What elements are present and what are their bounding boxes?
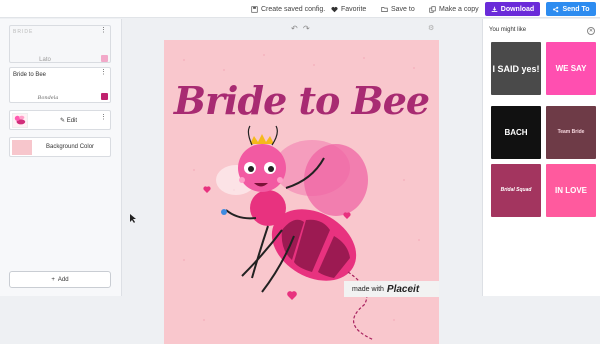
watermark-brand: Placeit (386, 283, 420, 295)
suggestion-tile[interactable]: I SAID yes! (491, 42, 541, 95)
copy-icon (429, 5, 436, 13)
undo-icon[interactable]: ↶ (291, 24, 298, 33)
save-config-icon (251, 5, 258, 13)
download-label: Download (500, 5, 535, 13)
design-title-text[interactable]: Bride to Bee (164, 78, 439, 123)
add-label: Add (57, 276, 69, 283)
text-layer-1-color-swatch[interactable] (101, 55, 108, 62)
background-color-swatch[interactable] (12, 140, 32, 155)
text-layer-2-font[interactable]: Bondela (10, 95, 86, 101)
text-layer-2-color-swatch[interactable] (101, 93, 108, 100)
layers-panel: BRIDE ⋮ Lato Bride to Bee ⋮ Bondela ✎ Ed… (0, 19, 122, 296)
download-icon (491, 6, 498, 12)
suggestion-tile[interactable]: Bridal Squad (491, 164, 541, 217)
suggestion-tile[interactable]: IN LOVE (546, 164, 596, 217)
suggestion-text: Team Bride (557, 129, 585, 135)
bee-thumbnail (12, 113, 28, 128)
save-to-button[interactable]: Save to (381, 3, 415, 15)
redo-icon[interactable]: ↷ (303, 24, 310, 33)
suggestion-text: Bridal Squad (500, 187, 532, 193)
settings-icon[interactable]: ⚙ (428, 24, 434, 32)
suggestion-text: IN LOVE (554, 185, 587, 195)
mouse-cursor-icon (130, 214, 136, 223)
suggestion-tile[interactable]: WE SAY (546, 42, 596, 95)
favorite-button[interactable]: Favorite (331, 3, 366, 15)
make-copy-button[interactable]: Make a copy (429, 3, 479, 15)
placeit-watermark: made with Placeit (344, 281, 439, 297)
pencil-icon: ✎ (60, 118, 66, 124)
edit-label: Edit (66, 118, 78, 124)
suggestion-text: I SAID yes! (492, 63, 540, 74)
send-to-label: Send To (562, 5, 590, 13)
top-toolbar: Create saved config. Favorite Save to Ma… (0, 0, 600, 18)
watermark-prefix: made with (352, 285, 384, 293)
text-layer-1-placeholder: BRIDE (13, 29, 34, 35)
close-icon[interactable]: ✕ (587, 27, 595, 35)
favorite-label: Favorite (341, 5, 367, 13)
suggestion-tile[interactable]: Team Bride (546, 106, 596, 159)
create-saved-config-label: Create saved config. (261, 5, 326, 13)
suggestion-text: BACH (504, 127, 528, 137)
create-saved-config-button[interactable]: Create saved config. (251, 3, 325, 15)
suggestion-tile[interactable]: BACH (491, 106, 541, 159)
design-canvas[interactable]: Bride to Bee made with Placeit (164, 40, 439, 344)
background-layer[interactable]: Background Color (9, 137, 111, 157)
suggestion-text: WE SAY (555, 63, 587, 73)
download-button[interactable]: Download (485, 2, 540, 16)
make-copy-label: Make a copy (439, 5, 479, 13)
save-to-label: Save to (391, 5, 415, 13)
add-layer-button[interactable]: + Add (9, 271, 111, 288)
heart-icon (331, 6, 338, 12)
suggestions-heading: You might like (489, 27, 527, 33)
send-to-button[interactable]: Send To (546, 2, 596, 16)
background-color-label: Background Color (46, 144, 95, 150)
suggestions-panel: You might like ✕ I SAID yes! WE SAY BACH… (482, 19, 600, 296)
graphic-layer[interactable]: ✎ Edit ⋮ (9, 110, 111, 130)
text-layer-2-value[interactable]: Bride to Bee (13, 72, 46, 78)
text-layer-2[interactable]: Bride to Bee ⋮ Bondela (9, 67, 111, 103)
text-layer-1-font[interactable]: Lato (10, 57, 80, 63)
text-layer-1[interactable]: BRIDE ⋮ Lato (9, 25, 111, 63)
plus-icon: + (51, 276, 55, 283)
more-options-icon[interactable]: ⋮ (100, 69, 107, 76)
more-options-icon[interactable]: ⋮ (100, 27, 107, 34)
share-icon (553, 6, 559, 12)
edit-graphic-button[interactable]: ✎ Edit (60, 117, 77, 124)
folder-icon (381, 6, 388, 12)
more-options-icon[interactable]: ⋮ (100, 114, 107, 121)
